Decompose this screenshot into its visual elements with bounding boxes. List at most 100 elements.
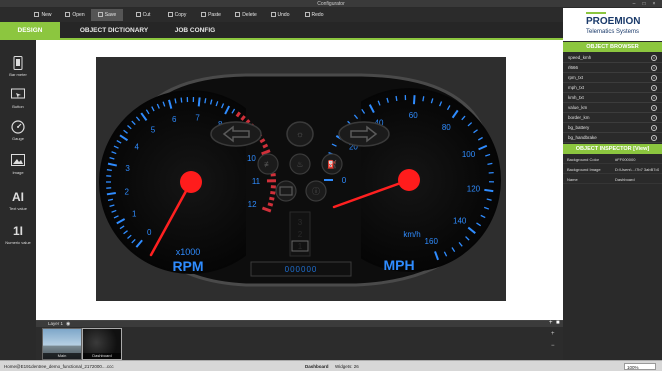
scroll-up-icon[interactable]: + [551,331,555,337]
redo-button[interactable]: Redo [298,9,330,21]
remove-object-icon[interactable]: × [651,135,657,141]
remove-object-icon[interactable]: × [651,55,657,61]
open-label: Open [72,12,85,18]
svg-text:≢: ≢ [264,160,272,169]
object-name: rl666 [568,65,579,70]
palette-label: Text value [8,206,27,211]
object-browser-item[interactable]: rpm_txt × [563,73,662,83]
tab-job-config[interactable]: JOB CONFIG [165,22,225,38]
property-value[interactable]: Dashboard [615,175,659,184]
headlight-indicator-icon: ☼ [286,121,314,147]
eye-icon[interactable]: ◉ [66,321,70,327]
redo-icon [304,12,310,17]
remove-object-icon[interactable]: × [651,85,657,91]
undo-button[interactable]: Undo [264,9,296,21]
save-label: Save [104,12,117,18]
cut-icon [135,12,141,17]
tab-object-dictionary[interactable]: OBJECT DICTIONARY [70,22,158,38]
fog-light-icon: ≢ [257,153,279,175]
palette-numeric-value[interactable]: 1I Numeric value [0,224,36,245]
tab-design[interactable]: DESIGN [0,22,60,40]
object-name: bg_battery [568,125,590,130]
property-key: Background Color [567,157,600,162]
zoom-field[interactable]: 100% [624,363,656,370]
inspector-property-row[interactable]: Name Dashboard [563,175,662,184]
remove-object-icon[interactable]: × [651,125,657,131]
cut-button[interactable]: Cut [127,9,159,21]
speed-tick [395,95,398,102]
rpm-tick-label: 4 [134,142,139,151]
object-browser-item[interactable]: bg_handbrake × [563,133,662,143]
palette-text-value[interactable]: AI Text value [0,190,36,211]
palette-button[interactable]: Button [0,88,36,109]
scroll-down-icon[interactable]: − [551,343,555,349]
object-name: mph_txt [568,85,585,90]
odometer-value: 000000 [285,265,318,274]
add-layer-icon[interactable]: + [549,320,553,327]
delete-label: Delete [242,12,257,18]
property-key: Name [567,177,578,182]
palette-label: Image [12,170,24,175]
minimize-icon[interactable]: – [630,1,638,7]
gear-label: 2 [298,230,303,239]
rpm-tick-label: 11 [252,177,261,186]
rpm-needle-hub [180,171,202,193]
handbrake-indicator-icon: ⓘ [305,180,327,202]
object-name: border_km [568,115,590,120]
dashboard-graphic: 0123456789101112 020406080100120140160 ☼… [96,57,506,301]
palette-image[interactable]: Image [0,154,36,175]
design-canvas[interactable]: 0123456789101112 020406080100120140160 ☼… [36,40,563,320]
object-browser-item[interactable]: kmh_txt × [563,93,662,103]
copy-button[interactable]: Copy [161,9,193,21]
inspector-property-row[interactable]: Background Color #FF000000 [563,155,662,164]
object-browser-item[interactable]: bg_battery × [563,123,662,133]
palette-label: Button [12,104,24,109]
object-browser-item[interactable]: rl666 × [563,63,662,73]
layer-label[interactable]: Layer 1 [48,321,63,327]
dashboard-widget[interactable]: 0123456789101112 020406080100120140160 ☼… [96,57,506,301]
palette-bar-meter[interactable]: Bar meter [0,56,36,77]
maximize-icon[interactable]: □ [640,1,648,7]
fuel-indicator-icon: ⛽ [321,153,343,175]
property-value[interactable]: #FF000000 [615,155,659,164]
close-icon[interactable]: × [650,1,658,7]
palette-gauge[interactable]: Gauge [0,120,36,141]
button-icon [11,88,25,102]
object-name: kmh_txt [568,95,584,100]
object-browser-item[interactable]: border_km × [563,113,662,123]
speed-tick-label: 140 [453,217,467,226]
new-button[interactable]: New [27,9,59,21]
object-browser-item[interactable]: speed_kmh × [563,53,662,63]
save-button[interactable]: Save [91,9,123,21]
palette-label: Bar meter [9,72,27,77]
remove-object-icon[interactable]: × [651,95,657,101]
redo-label: Redo [311,12,324,18]
rpm-tick-label: 6 [172,115,177,124]
page-thumbnail-main[interactable]: Main [42,328,82,360]
inspector-property-row[interactable]: Background Image D:\Users\...\7b7 3abB7d1… [563,165,662,174]
page-strip: Layer 1 ◉ + ■ Main Dashboard + − [36,320,563,360]
delete-button[interactable]: Delete [230,9,262,21]
object-browser-item[interactable]: mph_txt × [563,83,662,93]
status-path: Home@E191dentree_demo_functional_2172000… [4,364,114,369]
cut-label: Cut [142,12,151,18]
property-value[interactable]: D:\Users\...\7b7 3abB7d1837 [615,165,659,174]
object-name: speed_kmh [568,55,592,60]
rpm-tick [174,98,177,104]
image-icon [11,154,25,168]
remove-object-icon[interactable]: × [651,75,657,81]
speed-tick-label: 80 [442,123,451,132]
open-button[interactable]: Open [59,9,91,21]
status-widgets: Widgets: 26 [335,364,359,369]
palette-label: Gauge [11,136,24,141]
paste-button[interactable]: Paste [195,9,227,21]
remove-object-icon[interactable]: × [651,115,657,121]
object-browser-item[interactable]: value_km × [563,103,662,113]
remove-object-icon[interactable]: × [651,65,657,71]
rpm-label: RPM [172,258,203,274]
remove-object-icon[interactable]: × [651,105,657,111]
delete-layer-icon[interactable]: ■ [556,320,560,327]
speed-tick-label: 100 [462,150,476,159]
rpm-tick-label: 1 [132,210,137,219]
page-thumbnail-dashboard[interactable]: Dashboard [82,328,122,360]
